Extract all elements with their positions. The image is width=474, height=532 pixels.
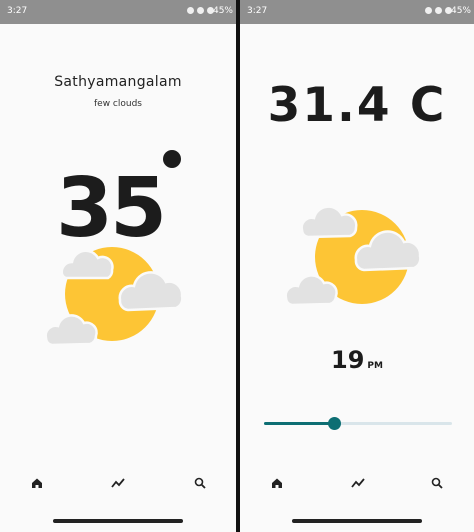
bottom-nav	[240, 468, 474, 496]
trend-icon	[351, 478, 365, 488]
nav-search[interactable]	[428, 474, 446, 492]
forecast-hour: 19 PM	[240, 346, 474, 374]
hour-slider[interactable]	[264, 414, 452, 432]
weather-description: few clouds	[94, 99, 142, 109]
nav-search[interactable]	[191, 474, 209, 492]
nav-trend[interactable]	[109, 474, 127, 492]
hour-ampm: PM	[367, 361, 383, 371]
wifi-icon	[197, 7, 204, 14]
degree-dot	[163, 150, 181, 168]
status-icons	[187, 7, 214, 14]
status-icons	[425, 7, 452, 14]
bottom-nav	[0, 468, 236, 496]
nav-trend[interactable]	[349, 474, 367, 492]
notification-icon	[187, 7, 194, 14]
search-icon	[431, 477, 443, 489]
slider-thumb[interactable]	[327, 417, 341, 430]
status-time: 3:27	[7, 6, 28, 16]
sun-cloud-icon	[44, 247, 184, 347]
notification-icon	[425, 7, 432, 14]
home-icon	[272, 478, 282, 488]
search-icon	[194, 477, 206, 489]
gesture-bar[interactable]	[240, 510, 474, 532]
nav-home[interactable]	[28, 474, 46, 492]
trend-icon	[111, 478, 125, 488]
status-time: 3:27	[247, 6, 268, 16]
home-icon	[32, 478, 42, 488]
forecast-temperature: 31.4 C	[267, 78, 447, 133]
battery-level: 45%	[212, 6, 233, 16]
gesture-bar[interactable]	[0, 510, 236, 532]
nav-home[interactable]	[268, 474, 286, 492]
wifi-icon	[435, 7, 442, 14]
city-name: Sathyamangalam	[54, 74, 182, 90]
status-bar: 3:27 45%	[0, 0, 236, 24]
sun-cloud-icon	[284, 205, 422, 307]
hour-value: 19	[331, 346, 365, 374]
battery-level: 45%	[450, 6, 471, 16]
status-bar: 3:27 45%	[240, 0, 474, 24]
slider-fill	[264, 422, 334, 425]
weather-illustration-few-clouds	[282, 200, 432, 320]
weather-illustration-few-clouds	[40, 228, 190, 358]
